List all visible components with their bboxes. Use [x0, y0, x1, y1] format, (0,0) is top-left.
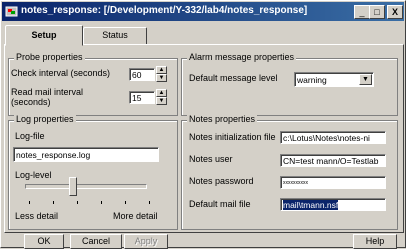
probe-properties-title: Probe properties — [14, 52, 85, 62]
maximize-button[interactable]: □ — [369, 5, 385, 19]
minimize-button[interactable]: _ — [354, 5, 370, 19]
alarm-properties-group: Alarm message properties Default message… — [181, 52, 398, 116]
mail-file-selected-text: mail\tmann.nsf — [283, 200, 339, 210]
window-title: notes_response: [/Development/Y-332/lab4… — [21, 5, 308, 16]
check-interval-input[interactable]: 60 — [129, 68, 155, 81]
notes-password-label: Notes password — [189, 176, 254, 186]
help-button[interactable]: Help — [353, 234, 397, 249]
tab-status[interactable]: Status — [83, 27, 147, 45]
check-interval-label: Check interval (seconds) — [11, 68, 111, 78]
log-properties-title: Log properties — [14, 114, 76, 124]
loglevel-slider-track[interactable] — [25, 184, 147, 189]
notes-properties-title: Notes properties — [187, 114, 258, 124]
probe-properties-group: Probe properties Check interval (seconds… — [8, 52, 178, 116]
slider-tick — [101, 201, 102, 204]
read-mail-label: Read mail interval — [11, 87, 84, 97]
check-interval-spinner[interactable]: ▲ ▼ — [156, 66, 167, 83]
slider-tick — [53, 201, 54, 204]
notes-user-label: Notes user — [189, 154, 233, 164]
notes-password-input[interactable]: xxxxxxxxxx — [280, 176, 386, 189]
dialog-window: notes_response: [/Development/Y-332/lab4… — [0, 0, 406, 249]
log-properties-group: Log properties Log-file notes_response.l… — [8, 114, 178, 230]
app-icon — [5, 6, 18, 17]
read-mail-label-unit: (seconds) — [11, 97, 51, 107]
read-mail-input[interactable]: 15 — [129, 91, 155, 104]
apply-button[interactable]: Apply — [124, 234, 168, 249]
mail-file-input[interactable]: mail\tmann.nsf — [280, 198, 386, 211]
slider-tick — [125, 201, 126, 204]
default-level-select[interactable]: warning ▼ — [294, 72, 374, 87]
default-level-label: Default message level — [189, 73, 278, 83]
tab-setup[interactable]: Setup — [5, 25, 83, 46]
spin-down-icon[interactable]: ▼ — [156, 97, 167, 105]
close-button[interactable]: X — [387, 5, 403, 19]
slider-tick — [77, 201, 78, 204]
setup-panel: Probe properties Check interval (seconds… — [4, 44, 404, 233]
logfile-input[interactable]: notes_response.log — [13, 147, 159, 162]
slider-tick — [29, 201, 30, 204]
spin-down-icon[interactable]: ▼ — [156, 74, 167, 82]
default-level-value: warning — [297, 75, 327, 85]
less-detail-label: Less detail — [15, 211, 59, 221]
cancel-button[interactable]: Cancel — [70, 234, 122, 249]
slider-tick — [149, 201, 150, 204]
init-file-input[interactable]: c:\Lotus\Notes\notes-ni — [280, 131, 386, 144]
init-file-label: Notes initialization file — [189, 132, 276, 142]
notes-properties-group: Notes properties Notes initialization fi… — [181, 114, 398, 230]
title-bar[interactable]: notes_response: [/Development/Y-332/lab4… — [2, 2, 404, 21]
spin-up-icon[interactable]: ▲ — [156, 89, 167, 97]
ok-button[interactable]: OK — [24, 234, 64, 249]
read-mail-spinner[interactable]: ▲ ▼ — [156, 89, 167, 106]
loglevel-slider-thumb[interactable] — [69, 177, 77, 196]
logfile-label: Log-file — [15, 131, 45, 141]
loglevel-label: Log-level — [15, 170, 52, 180]
notes-user-input[interactable]: CN=test mann/O=Testlab — [280, 154, 386, 167]
alarm-properties-title: Alarm message properties — [187, 52, 297, 62]
spin-up-icon[interactable]: ▲ — [156, 66, 167, 74]
mail-file-label: Default mail file — [189, 199, 251, 209]
dropdown-arrow-icon[interactable]: ▼ — [359, 74, 372, 85]
more-detail-label: More detail — [113, 211, 158, 221]
